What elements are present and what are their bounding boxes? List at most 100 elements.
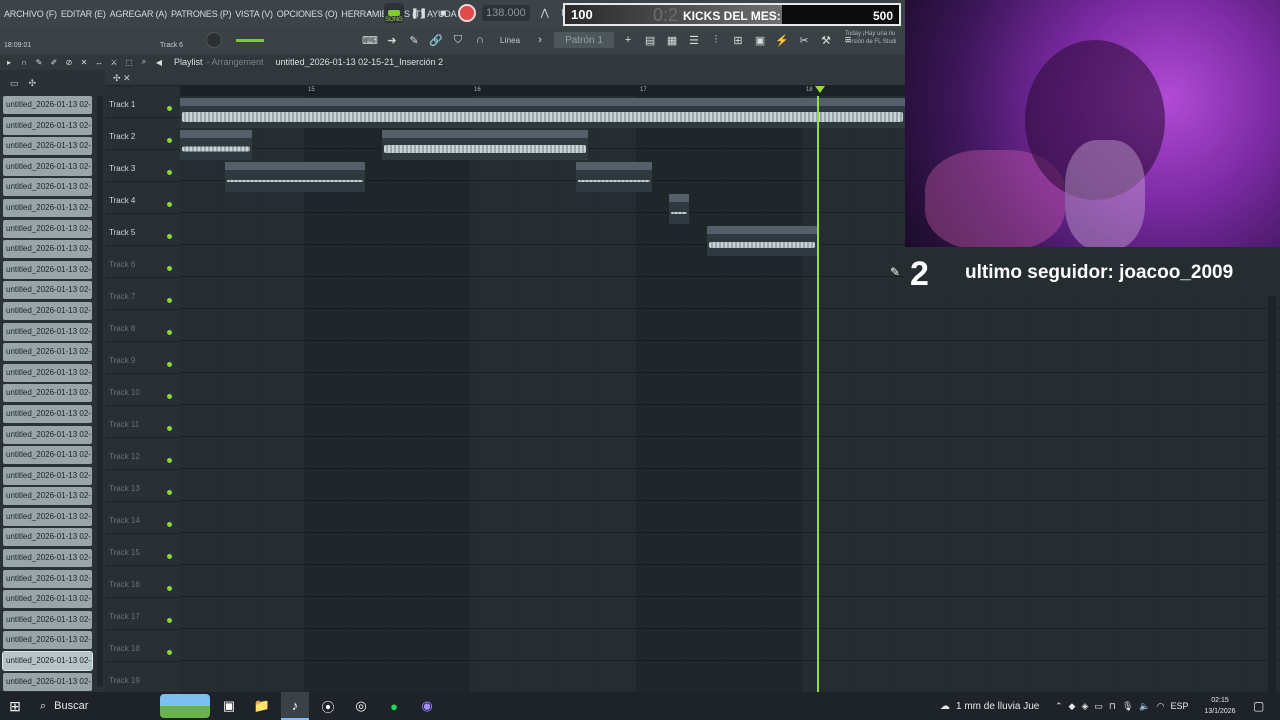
audio-clip[interactable]: [FREE] ian swapa type beat - heat: [180, 98, 905, 128]
menu-item[interactable]: AGREGAR (A): [110, 9, 168, 19]
audio-clip[interactable]: untitled_2026-01-13 02-13-46_Inserción 2: [382, 130, 588, 160]
track-header[interactable]: Track 5: [105, 214, 180, 246]
stop-button[interactable]: ■: [434, 4, 452, 22]
audio-clip[interactable]: untitled_ sertión 2: [180, 130, 252, 160]
track-header[interactable]: Track 18: [105, 630, 180, 662]
track-mute-led[interactable]: [167, 458, 172, 463]
plug-icon[interactable]: ⚡: [774, 32, 790, 48]
arrow-right-icon[interactable]: ➜: [384, 32, 400, 48]
track-mute-led[interactable]: [167, 362, 172, 367]
track-mute-led[interactable]: [167, 298, 172, 303]
track-mute-led[interactable]: [167, 138, 172, 143]
master-volume-slider[interactable]: [236, 39, 264, 42]
discord-icon[interactable]: ◉: [413, 692, 441, 720]
timeline-ruler[interactable]: ✣ ✕ 15 16 17 18: [105, 70, 905, 93]
picker-scrollbar[interactable]: [97, 96, 103, 686]
task-view-icon[interactable]: ▣: [215, 692, 243, 720]
pattern-item[interactable]: untitled_2026-01-13 02-: [3, 487, 92, 506]
menu-item[interactable]: OPCIONES (O): [277, 9, 338, 19]
track-header[interactable]: Track 8: [105, 310, 180, 342]
track-header[interactable]: Track 17: [105, 598, 180, 630]
wifi-icon[interactable]: ◠: [1157, 701, 1165, 712]
volume-icon[interactable]: 🔈: [1139, 701, 1150, 712]
paint-icon[interactable]: ✐: [49, 57, 59, 67]
metronome-icon[interactable]: ◔: [360, 4, 378, 22]
pattern-item[interactable]: untitled_2026-01-13 02-: [3, 116, 92, 135]
mixer-icon[interactable]: ⫶: [708, 32, 724, 48]
arrow-icon[interactable]: ▸: [4, 57, 14, 67]
browser-icon[interactable]: ⊞: [730, 32, 746, 48]
playhead-marker[interactable]: [815, 86, 825, 93]
slip-icon[interactable]: ↔: [94, 57, 104, 67]
pattern-item[interactable]: untitled_2026-01-13 02-: [3, 507, 92, 526]
audio-clip[interactable]: [669, 194, 689, 224]
track-header[interactable]: Track 15: [105, 534, 180, 566]
keyboard-icon[interactable]: ⌨: [362, 32, 378, 48]
pattern-item[interactable]: untitled_2026-01-13 02-: [3, 281, 92, 300]
pattern-item[interactable]: untitled_2026-01-13 02-: [3, 96, 92, 114]
stamp-icon[interactable]: ⛉: [450, 32, 466, 48]
arrangement-label[interactable]: - Arrangement: [207, 57, 264, 67]
pattern-item[interactable]: untitled_2026-01-13 02-: [3, 301, 92, 320]
widgets-icon[interactable]: [160, 694, 210, 718]
pattern-item[interactable]: untitled_2026-01-13 02-: [3, 404, 92, 423]
battery-icon[interactable]: ▭: [1094, 701, 1103, 712]
pattern-item[interactable]: untitled_2026-01-13 02-: [3, 322, 92, 341]
select-icon[interactable]: ⬚: [124, 57, 134, 67]
menu-item[interactable]: PATRONES (P): [171, 9, 231, 19]
playlist-icon[interactable]: ▤: [642, 32, 658, 48]
pattern-item[interactable]: untitled_2026-01-13 02-: [3, 672, 92, 691]
taskbar-clock[interactable]: 02:15 13/1/2026: [1200, 695, 1240, 717]
language-indicator[interactable]: ESP: [1170, 701, 1188, 711]
pattern-item[interactable]: untitled_2026-01-13 02-: [3, 528, 92, 547]
windows-start-icon[interactable]: ⊞: [0, 692, 30, 720]
pattern-item[interactable]: untitled_2026-01-13 02-: [3, 610, 92, 629]
snap-selector[interactable]: Línea: [494, 36, 526, 45]
waveform-icon[interactable]: ⋀: [536, 4, 554, 22]
pattern-item[interactable]: untitled_2026-01-13 02-: [3, 178, 92, 197]
audio-clip[interactable]: untitled_2026-01-13 02-12-50_Inserción 2: [225, 162, 365, 192]
pattern-item[interactable]: untitled_2026-01-13 02-: [3, 219, 92, 238]
track-header[interactable]: Track 10: [105, 374, 180, 406]
song-mode-toggle[interactable]: SONG: [384, 3, 404, 23]
steam-icon[interactable]: ◈: [1081, 701, 1088, 712]
news-panel[interactable]: Today ¡Hay una nu versión de FL Studi: [845, 30, 905, 46]
pattern-item[interactable]: untitled_2026-01-13 02-: [3, 240, 92, 259]
mute-icon[interactable]: ✕: [79, 57, 89, 67]
pattern-item[interactable]: untitled_2026-01-13 02-: [3, 631, 92, 650]
fl-studio-icon[interactable]: ♪: [281, 692, 309, 720]
search-box[interactable]: ⌕ Buscar: [30, 692, 160, 720]
notification-icon[interactable]: ▢: [1253, 699, 1264, 713]
tempo-display[interactable]: 138.000: [482, 5, 530, 21]
pattern-item[interactable]: untitled_2026-01-13 02-: [3, 590, 92, 609]
wrench-icon[interactable]: ⚒: [818, 32, 834, 48]
pattern-item[interactable]: untitled_2026-01-13 02-: [3, 198, 92, 217]
track-header[interactable]: Track 11: [105, 406, 180, 438]
vertical-scrollbar[interactable]: [1268, 296, 1276, 692]
draw-icon[interactable]: ✎: [34, 57, 44, 67]
pattern-item[interactable]: untitled_2026-01-13 02-: [3, 157, 92, 176]
track-mute-led[interactable]: [167, 234, 172, 239]
pattern-item[interactable]: untitled_2026-01-13 02-: [3, 384, 92, 403]
track-header[interactable]: Track 7: [105, 278, 180, 310]
pattern-item[interactable]: untitled_2026-01-13 02-: [3, 425, 92, 444]
audio-clip[interactable]: untitled_2_ nserción 2: [576, 162, 652, 192]
track-header[interactable]: Track 4: [105, 182, 180, 214]
track-mute-led[interactable]: [167, 426, 172, 431]
record-button[interactable]: [458, 4, 476, 22]
playlist-grid[interactable]: [FREE] ian swapa type beat - heat untitl…: [180, 96, 905, 692]
add-pattern-icon[interactable]: +: [620, 32, 636, 48]
tray-app-icon[interactable]: ◆: [1069, 701, 1076, 712]
playlist-grid-right[interactable]: [905, 296, 1280, 692]
pattern-item[interactable]: untitled_2026-01-13 02-: [3, 549, 92, 568]
master-knob[interactable]: [206, 32, 222, 48]
track-header[interactable]: Track 1: [105, 86, 180, 118]
pattern-item[interactable]: untitled_2026-01-13 02-: [3, 343, 92, 362]
magnet-icon[interactable]: ∩: [19, 57, 29, 67]
track-mute-led[interactable]: [167, 106, 172, 111]
network-icon[interactable]: ⊓: [1109, 701, 1116, 712]
pencil-icon[interactable]: ✎: [406, 32, 422, 48]
track-header[interactable]: Track 6: [105, 246, 180, 278]
pattern-item[interactable]: untitled_2026-01-13 02-: [2, 651, 93, 672]
track-header[interactable]: Track 9: [105, 342, 180, 374]
